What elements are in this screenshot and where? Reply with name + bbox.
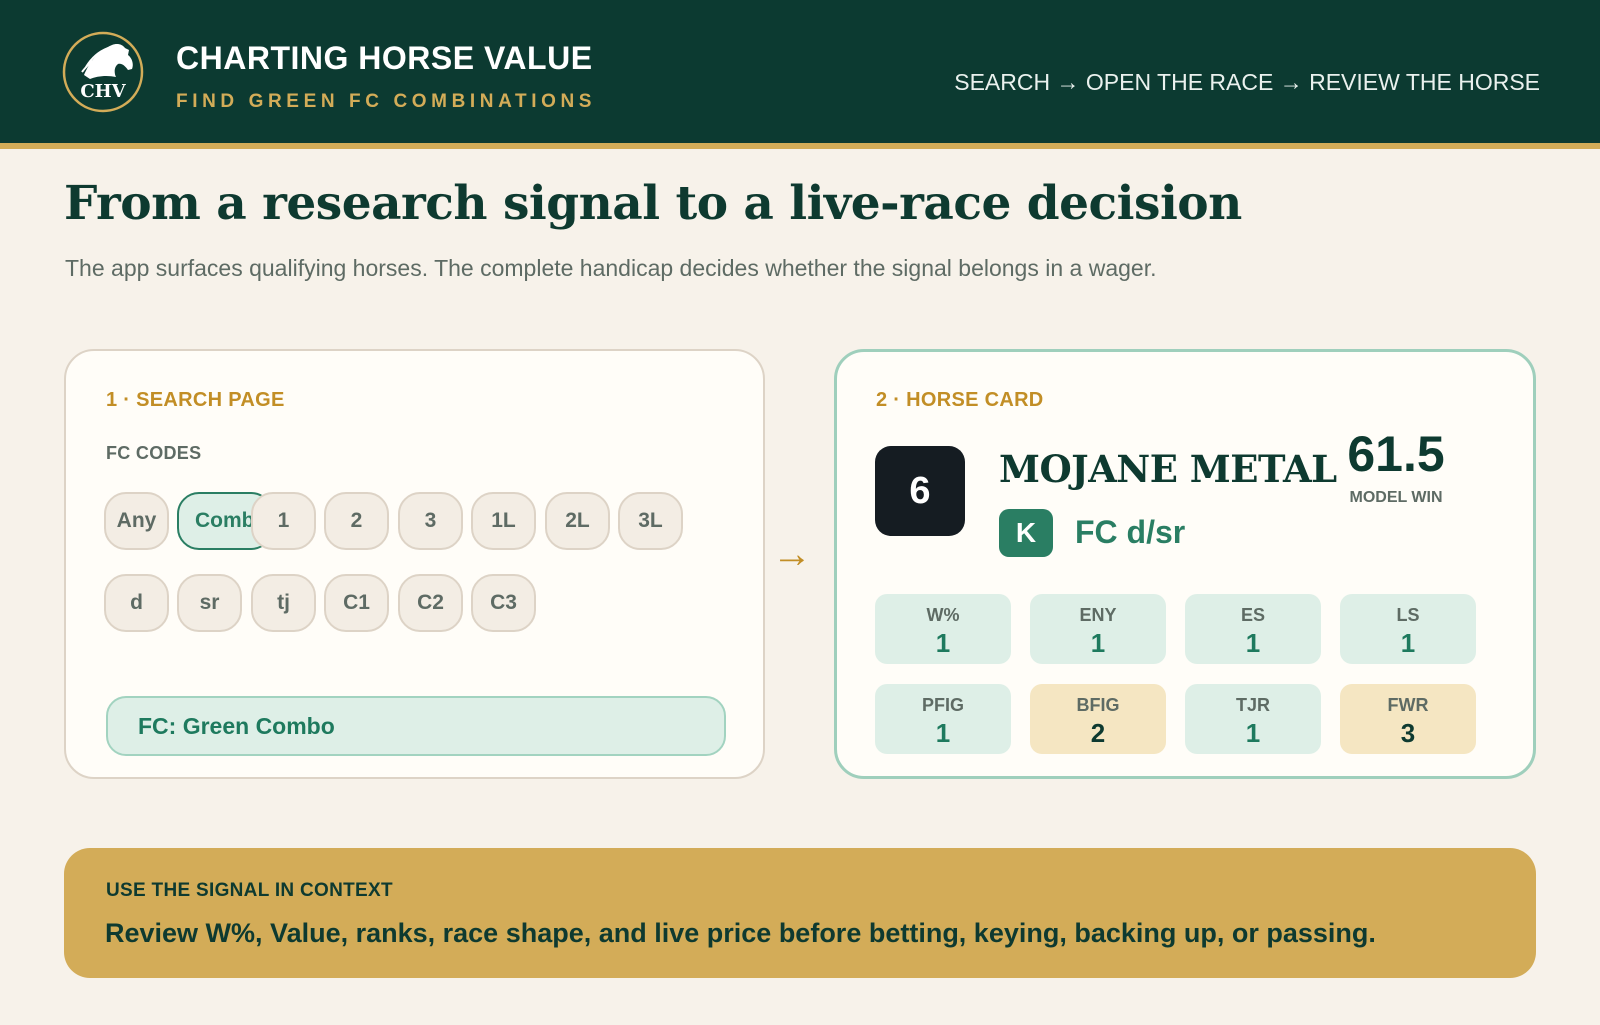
- stat-value: 1: [1245, 628, 1261, 658]
- stat-value: 1: [1245, 718, 1261, 748]
- chip-any[interactable]: Any: [104, 492, 169, 550]
- horse-card: 2 · HORSE CARD 6 MOJANE METAL 61.5 MODEL…: [834, 349, 1536, 779]
- horse-name[interactable]: MOJANE METAL: [999, 447, 1337, 491]
- stat-w-pct: W% 1: [875, 594, 1011, 664]
- horse-card-label: 2 · HORSE CARD: [876, 389, 1044, 411]
- chip-c2[interactable]: C2: [398, 574, 463, 632]
- chip-d[interactable]: d: [104, 574, 169, 632]
- k-badge: K: [999, 509, 1053, 557]
- chv-logo: CHV: [62, 31, 144, 113]
- stat-label: PFIG: [921, 695, 964, 715]
- stat-label: TJR: [1235, 695, 1270, 715]
- flow-arrow-icon: →: [772, 532, 812, 576]
- chip-1[interactable]: 1: [251, 492, 316, 550]
- app-title: CHARTING HORSE VALUE: [176, 40, 593, 76]
- stat-label: W%: [926, 605, 960, 625]
- stat-fwr: FWR 3: [1340, 684, 1476, 754]
- chip-c1[interactable]: C1: [324, 574, 389, 632]
- model-win-value: 61.5: [1347, 426, 1445, 482]
- workflow-steps: SEARCH → OPEN THE RACE → REVIEW THE HORS…: [954, 69, 1540, 95]
- stat-value: 1: [1400, 628, 1416, 658]
- chip-3l[interactable]: 3L: [618, 492, 683, 550]
- active-filter-bar[interactable]: FC: Green Combo: [106, 696, 726, 756]
- stat-ls: LS 1: [1340, 594, 1476, 664]
- header-bar: CHV CHARTING HORSE VALUE FIND GREEN FC C…: [0, 0, 1600, 149]
- stat-es: ES 1: [1185, 594, 1321, 664]
- page-headline: From a research signal to a live-race de…: [64, 176, 1242, 231]
- search-card-label: 1 · SEARCH PAGE: [106, 389, 285, 411]
- chip-sr[interactable]: sr: [177, 574, 242, 632]
- logo-text: CHV: [80, 81, 126, 102]
- chip-2[interactable]: 2: [324, 492, 389, 550]
- search-page-card: 1 · SEARCH PAGE FC CODES Any Combo 1 2 3…: [64, 349, 765, 779]
- app-subtitle: FIND GREEN FC COMBINATIONS: [176, 91, 597, 112]
- post-number: 6: [875, 446, 965, 536]
- chip-3[interactable]: 3: [398, 492, 463, 550]
- stat-tjr: TJR 1: [1185, 684, 1321, 754]
- page-subline: The app surfaces qualifying horses. The …: [65, 255, 1157, 281]
- chip-1l[interactable]: 1L: [471, 492, 536, 550]
- stat-pfig: PFIG 1: [875, 684, 1011, 754]
- context-banner: USE THE SIGNAL IN CONTEXT Review W%, Val…: [64, 848, 1536, 978]
- fc-tag: FC d/sr: [1075, 514, 1186, 550]
- model-win-label: MODEL WIN: [1349, 489, 1443, 506]
- chip-c3[interactable]: C3: [471, 574, 536, 632]
- stat-value: 1: [1090, 628, 1106, 658]
- stat-label: ENY: [1079, 605, 1117, 625]
- banner-text: Review W%, Value, ranks, race shape, and…: [105, 918, 1376, 948]
- stat-label: FWR: [1387, 695, 1429, 715]
- stat-bfig: BFIG 2: [1030, 684, 1166, 754]
- chip-2l[interactable]: 2L: [545, 492, 610, 550]
- stat-label: ES: [1240, 605, 1265, 625]
- stat-label: BFIG: [1076, 695, 1120, 715]
- chip-tj[interactable]: tj: [251, 574, 316, 632]
- stat-label: LS: [1396, 605, 1420, 625]
- stat-eny: ENY 1: [1030, 594, 1166, 664]
- banner-label: USE THE SIGNAL IN CONTEXT: [106, 880, 393, 901]
- stat-value: 1: [935, 628, 951, 658]
- stat-value: 3: [1400, 718, 1416, 748]
- fc-codes-label: FC CODES: [106, 443, 202, 463]
- stat-value: 2: [1090, 718, 1106, 748]
- stat-value: 1: [935, 718, 951, 748]
